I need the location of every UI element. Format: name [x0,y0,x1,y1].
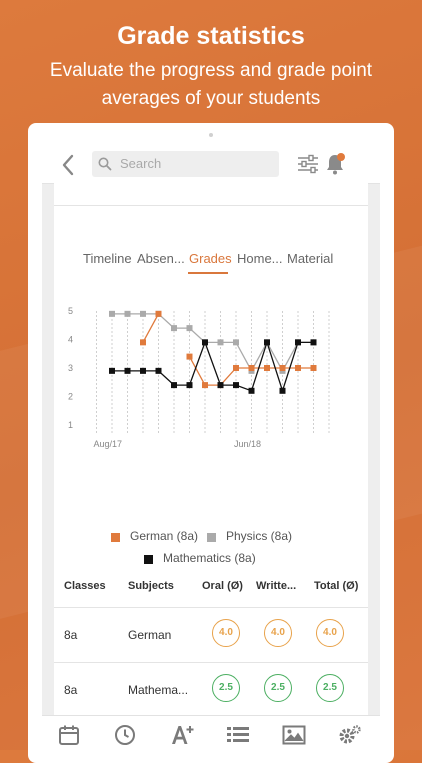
data-point[interactable] [109,367,115,374]
tab-absences[interactable]: Absen... [137,251,185,266]
data-point[interactable] [171,382,177,389]
data-point[interactable] [310,339,317,346]
y-tick-label: 4 [68,335,73,345]
data-point[interactable] [248,365,255,371]
clock-icon[interactable] [114,724,136,746]
data-point[interactable] [202,339,208,346]
data-point[interactable] [186,325,193,332]
calendar-icon[interactable] [58,724,80,746]
data-point[interactable] [217,382,224,389]
legend-physics: Physics (8a) [226,529,293,543]
cell-subject: German [128,628,172,642]
bottom-nav [42,715,380,750]
list-icon[interactable] [226,724,250,746]
y-tick-label: 2 [68,392,73,402]
data-point[interactable] [295,339,301,346]
tab-timeline[interactable]: Timeline [83,251,132,266]
written-average-badge: 4.0 [264,619,292,647]
data-point[interactable] [233,339,239,346]
data-point[interactable] [233,382,239,389]
grade-a-plus-icon[interactable] [170,724,194,746]
tablet-frame: Search Timeline Absen... Grades Home... … [28,123,394,763]
header-written[interactable]: Writte... [256,580,296,592]
data-point[interactable] [124,310,131,317]
promo-title: Grade statistics [117,22,305,50]
data-point[interactable] [155,310,162,317]
grades-card: Timeline Absen... Grades Home... Materia… [54,183,368,750]
data-point[interactable] [140,310,146,317]
total-average-badge: 4.0 [316,619,344,647]
header-subjects[interactable]: Subjects [128,580,174,592]
image-icon[interactable] [282,724,306,746]
data-point[interactable] [264,339,270,346]
header-oral[interactable]: Oral (Ø) [202,580,243,592]
bell-icon[interactable] [325,152,347,176]
search-icon [98,157,112,171]
data-point[interactable] [140,339,146,346]
data-point[interactable] [264,365,270,371]
series-line [142,313,160,343]
data-point[interactable] [310,365,317,371]
search-input[interactable]: Search [92,151,279,177]
data-point[interactable] [155,367,162,374]
tab-material[interactable]: Material [287,251,333,266]
top-toolbar: Search [42,147,380,184]
written-average-badge: 2.5 [264,674,292,702]
data-point[interactable] [140,367,146,374]
legend-german: German (8a) [130,529,199,543]
promo-subtitle: Evaluate the progress and grade point av… [49,60,373,109]
data-point[interactable] [109,310,115,317]
data-point[interactable] [295,365,301,371]
tab-homework[interactable]: Home... [237,251,283,266]
data-point[interactable] [233,365,239,371]
table-header: Classes Subjects Oral (Ø) Writte... Tota… [54,567,368,608]
settings-gears-icon[interactable] [338,724,362,746]
active-tab-indicator [188,272,228,274]
data-point[interactable] [217,339,224,346]
data-point[interactable] [279,387,286,394]
oral-average-badge: 2.5 [212,674,240,702]
oral-average-badge: 4.0 [212,619,240,647]
back-chevron-icon[interactable] [59,153,79,177]
notification-dot [337,153,345,161]
legend-mathematics: Mathematics (8a) [163,551,256,565]
data-point[interactable] [186,382,193,389]
legend-swatch-german [111,533,120,542]
grades-line-chart: 1 2 3 4 5 Aug/17 Jun/18 [68,306,330,449]
header-total[interactable]: Total (Ø) [314,580,358,592]
data-point[interactable] [186,353,193,360]
x-tick-label: Jun/18 [234,439,261,449]
y-tick-label: 5 [68,306,73,316]
data-point[interactable] [124,367,131,374]
x-tick-label: Aug/17 [94,439,123,449]
y-tick-label: 1 [68,420,73,430]
data-point[interactable] [171,325,177,332]
data-point[interactable] [248,387,255,394]
data-point[interactable] [279,365,286,371]
cell-class: 8a [64,628,78,642]
search-placeholder: Search [120,156,162,171]
app-screen: Search Timeline Absen... Grades Home... … [42,147,380,750]
y-tick-label: 3 [68,363,73,373]
total-average-badge: 2.5 [316,674,344,702]
tab-grades[interactable]: Grades [189,251,232,266]
header-classes[interactable]: Classes [64,580,106,592]
table-row[interactable]: 8a Mathema... 2.5 2.5 2.5 [54,663,368,718]
tab-bar: Timeline Absen... Grades Home... Materia… [54,251,368,274]
legend-swatch-mathematics [144,555,153,564]
data-point[interactable] [202,382,208,389]
cell-subject: Mathema... [128,683,189,697]
legend-swatch-physics [207,533,216,542]
camera-dot [209,133,213,137]
filter-sliders-icon[interactable] [297,154,319,174]
divider [54,205,368,206]
table-row[interactable]: 8a German 4.0 4.0 4.0 [54,608,368,663]
cell-class: 8a [64,683,78,697]
